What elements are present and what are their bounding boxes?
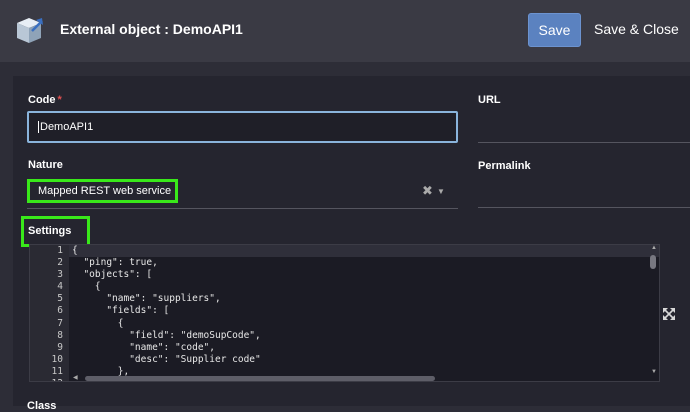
line-number: 8 <box>57 329 63 341</box>
url-input[interactable] <box>478 142 690 143</box>
code-line: "name": "suppliers", <box>72 293 221 305</box>
permalink-input[interactable] <box>478 207 690 208</box>
code-value: DemoAPI1 <box>40 121 94 133</box>
required-marker: * <box>57 94 62 106</box>
settings-label: Settings <box>28 225 72 237</box>
nature-select[interactable]: Mapped REST web service <box>27 179 178 203</box>
code-line: "name": "code", <box>72 341 215 353</box>
header-bar: External object : DemoAPI1 Save Save & C… <box>0 0 690 62</box>
line-number: 7 <box>57 317 63 329</box>
line-number: 11 <box>51 365 63 377</box>
code-line: { <box>72 317 124 329</box>
line-number: 3 <box>57 269 63 281</box>
code-label: Code * <box>28 94 62 106</box>
code-line: "fields": [ <box>72 305 170 317</box>
line-number: 9 <box>57 341 63 353</box>
nature-underline <box>27 208 458 209</box>
permalink-label: Permalink <box>478 160 531 172</box>
text-caret <box>38 121 39 134</box>
page-title: External object : DemoAPI1 <box>60 21 243 37</box>
code-line: { <box>72 281 101 293</box>
code-line: "desc": "Supplier code" <box>72 353 261 365</box>
url-label: URL <box>478 94 501 106</box>
save-button[interactable]: Save <box>528 13 581 47</box>
expand-icon[interactable] <box>662 307 676 321</box>
scroll-down-arrow-icon[interactable]: ▼ <box>651 369 657 375</box>
code-line: "field": "demoSupCode", <box>72 329 261 341</box>
nature-label: Nature <box>28 159 63 171</box>
scroll-up-arrow-icon[interactable]: ▲ <box>651 245 657 251</box>
vertical-scrollbar[interactable] <box>650 255 656 269</box>
code-line: { <box>72 245 78 256</box>
horizontal-scrollbar[interactable] <box>85 376 435 381</box>
line-number: 10 <box>51 353 63 365</box>
class-label: Class <box>27 400 57 412</box>
code-input[interactable]: DemoAPI1 <box>27 111 458 143</box>
save-close-button[interactable]: Save & Close <box>594 21 679 37</box>
line-number: 6 <box>57 305 63 317</box>
chevron-down-icon[interactable]: ▼ <box>437 187 445 196</box>
code-line: "ping": true, <box>72 257 158 269</box>
scroll-left-arrow-icon[interactable]: ◀ <box>73 374 78 381</box>
line-number: 12 <box>30 378 69 381</box>
code-line: "objects": [ <box>72 269 153 281</box>
line-number: 4 <box>57 281 63 293</box>
object-icon <box>17 18 43 43</box>
clear-icon[interactable]: ✖ <box>422 183 433 199</box>
line-number: 2 <box>57 257 63 269</box>
line-number: 5 <box>57 293 63 305</box>
code-content[interactable]: { "ping": true, "objects": [ { "name": "… <box>72 245 648 381</box>
line-number: 1 <box>57 245 63 256</box>
line-number-gutter: 1 2 3 4 5 6 7 8 9 10 11 12 <box>30 245 69 381</box>
settings-code-editor[interactable]: 1 2 3 4 5 6 7 8 9 10 11 12 { "ping": tru… <box>29 244 660 382</box>
